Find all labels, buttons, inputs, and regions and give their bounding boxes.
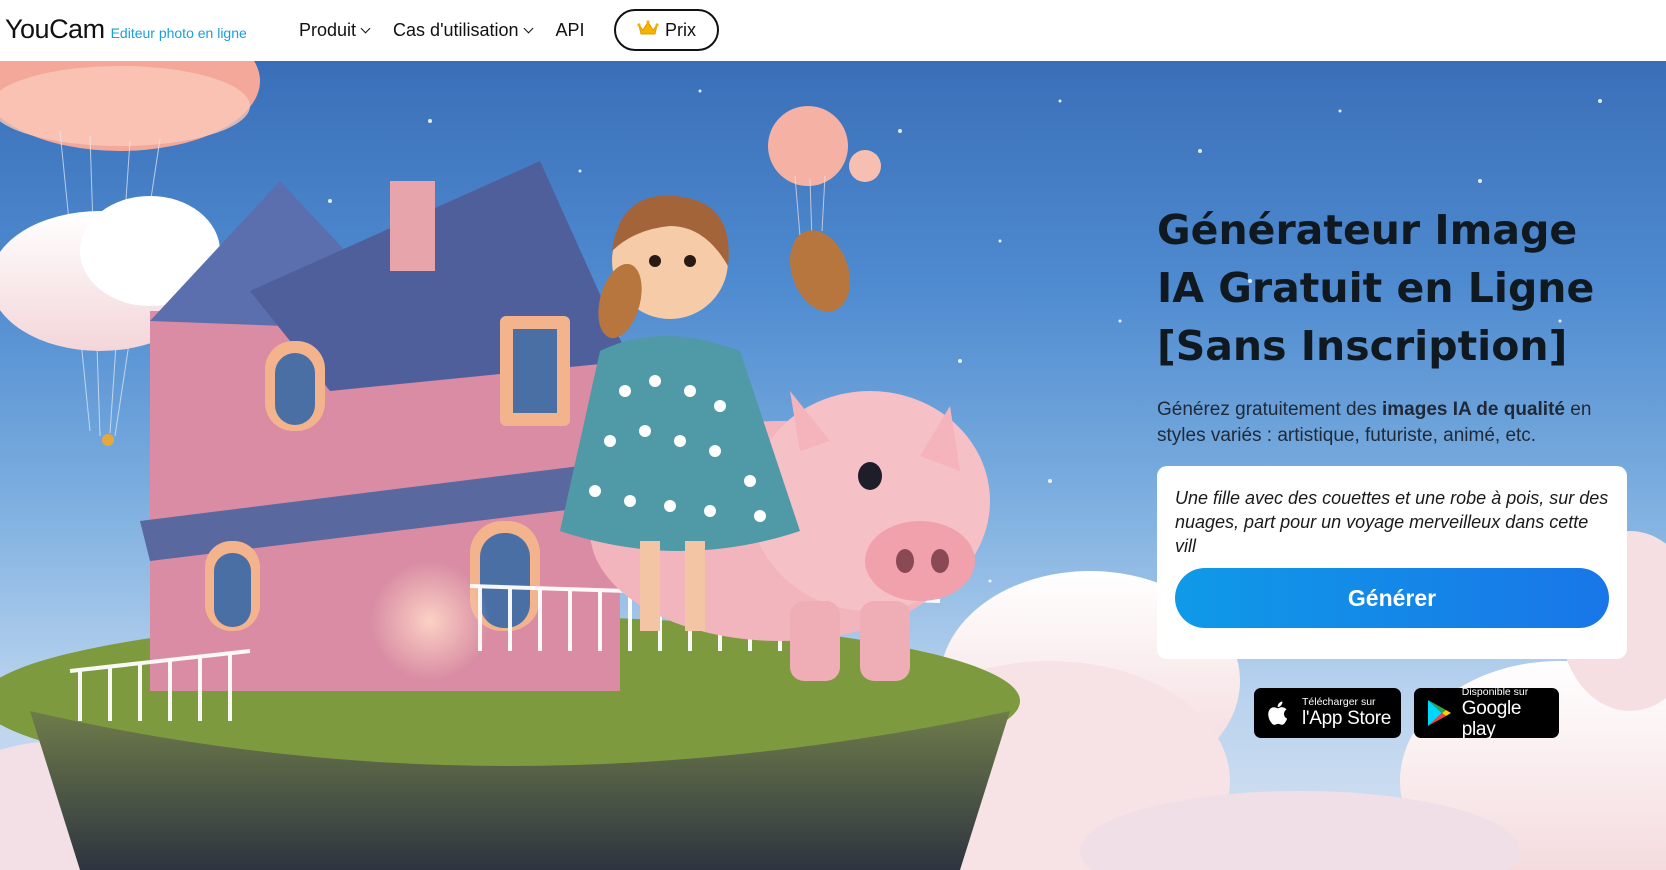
hero-copy: Générateur Image IA Gratuit en Ligne [Sa… bbox=[1157, 201, 1637, 449]
youcam-logo[interactable]: YouCam Editeur photo en ligne bbox=[5, 14, 247, 45]
chevron-down-icon bbox=[360, 23, 371, 34]
app-store-big: l'App Store bbox=[1302, 708, 1392, 729]
generate-button[interactable]: Générer bbox=[1175, 568, 1609, 628]
chevron-down-icon bbox=[523, 23, 533, 34]
google-play-badge[interactable]: Disponible sur Google play bbox=[1414, 685, 1559, 740]
main-menu: Produit Cas d'utilisation API bbox=[299, 0, 609, 61]
hero-section: Générateur Image IA Gratuit en Ligne [Sa… bbox=[0, 61, 1666, 870]
menu-api-label: API bbox=[555, 20, 585, 40]
menu-cas-utilisation-label: Cas d'utilisation bbox=[393, 20, 519, 40]
app-store-small: Télécharger sur bbox=[1302, 696, 1376, 708]
crown-icon bbox=[637, 19, 659, 41]
menu-cas-utilisation[interactable]: Cas d'utilisation bbox=[393, 20, 533, 41]
menu-api[interactable]: API bbox=[556, 20, 585, 41]
menu-produit[interactable]: Produit bbox=[299, 20, 371, 41]
hero-description-bold: images IA de qualité bbox=[1381, 399, 1565, 420]
hero-description: Générez gratuitement des images IA de qu… bbox=[1157, 397, 1637, 449]
hero-description-start: Générez gratuitement des bbox=[1157, 399, 1382, 420]
hero-title: Générateur Image IA Gratuit en Ligne [Sa… bbox=[1157, 206, 1595, 370]
prompt-input[interactable]: Une fille avec des couettes et une robe … bbox=[1175, 486, 1609, 558]
google-play-big: Google play bbox=[1461, 697, 1522, 740]
apple-icon bbox=[1264, 697, 1294, 729]
pricing-button[interactable]: Prix bbox=[614, 9, 719, 51]
menu-produit-label: Produit bbox=[299, 20, 357, 40]
logo-wordmark: YouCam bbox=[5, 14, 105, 44]
app-store-badge[interactable]: Télécharger sur l'App Store bbox=[1254, 688, 1401, 738]
google-play-icon bbox=[1424, 697, 1454, 729]
google-play-small: Disponible sur bbox=[1461, 685, 1529, 698]
prompt-card: Une fille avec des couettes et une robe … bbox=[1157, 466, 1627, 659]
google-play-text: Disponible sur Google play bbox=[1461, 685, 1559, 740]
logo-subtitle: Editeur photo en ligne bbox=[110, 25, 247, 41]
pricing-label: Prix bbox=[665, 19, 696, 40]
top-navbar: YouCam Editeur photo en ligne Produit Ca… bbox=[0, 0, 1666, 61]
app-store-text: Télécharger sur l'App Store bbox=[1302, 696, 1392, 730]
